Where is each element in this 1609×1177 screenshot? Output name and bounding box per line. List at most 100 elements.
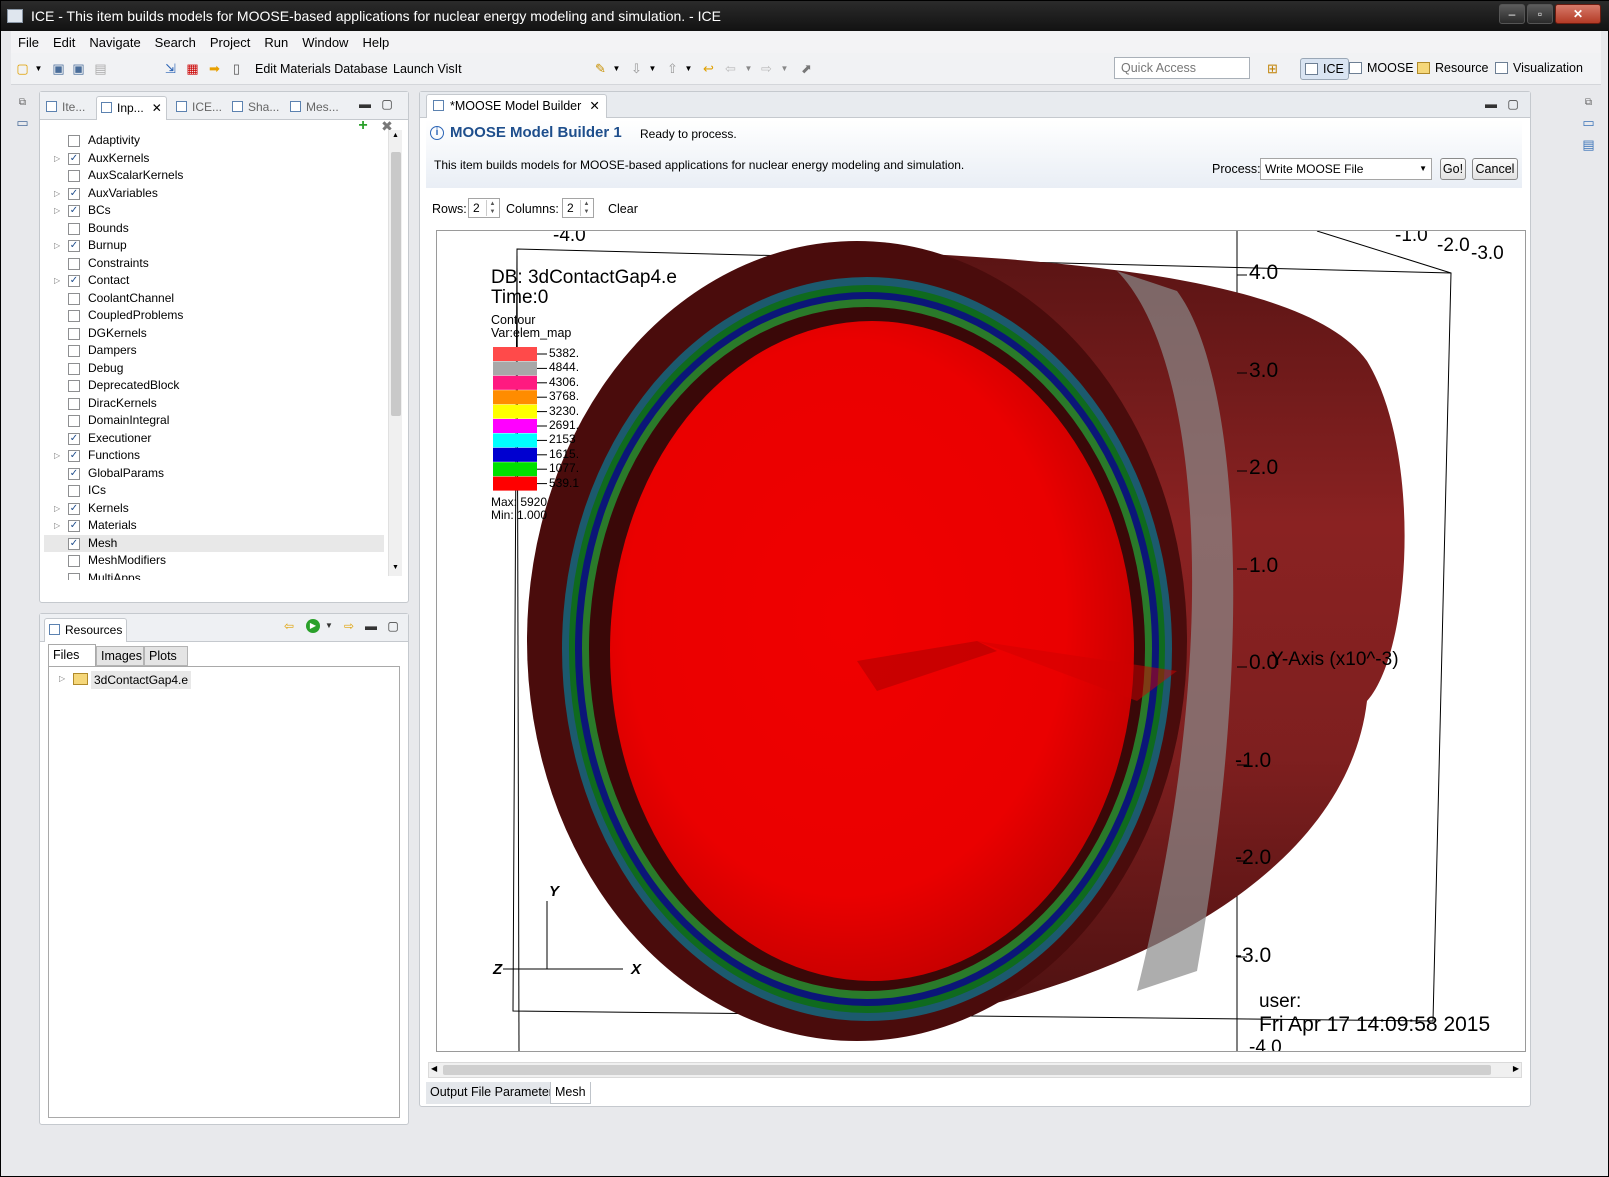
- tab-shape[interactable]: Sha...: [232, 96, 279, 120]
- go-button[interactable]: Go!: [1440, 158, 1466, 180]
- tree-item-checkbox[interactable]: ✓: [68, 275, 80, 287]
- tree-item[interactable]: CoupledProblems: [44, 307, 384, 324]
- tree-item-checkbox[interactable]: ✓: [68, 187, 80, 200]
- visit-render-canvas[interactable]: DB: 3dContactGap4.e Time:0 Contour Var:e…: [436, 230, 1526, 1052]
- edit-materials-database-button[interactable]: Edit Materials Database: [255, 62, 388, 76]
- tab-input[interactable]: Inp... ✕: [96, 96, 167, 120]
- tree-item[interactable]: Dampers: [44, 342, 384, 359]
- tab-item-list[interactable]: Ite...: [46, 96, 85, 120]
- tree-item[interactable]: ✓ Executioner: [44, 430, 384, 447]
- materials-grid-icon[interactable]: ▦: [185, 61, 200, 76]
- tree-item[interactable]: MeshModifiers: [44, 552, 384, 569]
- tree-item-checkbox[interactable]: [68, 135, 80, 147]
- new-icon[interactable]: ▢: [15, 61, 30, 76]
- minimize-button[interactable]: ‒: [1499, 4, 1525, 24]
- clear-button[interactable]: Clear: [608, 202, 638, 216]
- menu-file[interactable]: File: [11, 31, 46, 50]
- tree-item-checkbox[interactable]: ✓: [68, 467, 80, 480]
- restore-right-icon[interactable]: ⧉: [1581, 95, 1596, 110]
- menu-window[interactable]: Window: [295, 31, 355, 50]
- tree-item[interactable]: MultiApps: [44, 570, 384, 580]
- tree-item-checkbox[interactable]: [68, 415, 80, 427]
- minimize-view-icon[interactable]: ▬: [364, 619, 378, 633]
- perspective-resource[interactable]: Resource: [1413, 58, 1493, 80]
- perspective-visualization[interactable]: Visualization: [1491, 58, 1587, 80]
- play-icon[interactable]: ▶: [306, 619, 320, 633]
- tree-item[interactable]: Constraints: [44, 255, 384, 272]
- tree-item[interactable]: CoolantChannel: [44, 290, 384, 307]
- next-annotation-icon[interactable]: ⇩: [629, 61, 644, 76]
- tab-resources[interactable]: Resources: [44, 618, 128, 642]
- maximize-editor-icon[interactable]: ▢: [1506, 97, 1520, 111]
- tree-item[interactable]: DiracKernels: [44, 395, 384, 412]
- viz-horizontal-scrollbar[interactable]: ◀ ▶: [428, 1062, 1522, 1078]
- tree-item-checkbox[interactable]: [68, 362, 80, 375]
- tree-item-checkbox[interactable]: ✓: [68, 152, 80, 165]
- prev-annotation-dropdown-icon[interactable]: ▼: [681, 61, 696, 76]
- columns-spinner[interactable]: 2 ▲ ▼: [562, 198, 594, 218]
- next-icon[interactable]: ⇨: [342, 619, 356, 633]
- tree-item[interactable]: ▷ ✓ AuxKernels: [44, 150, 384, 167]
- list-item[interactable]: ▷ 3dContactGap4.e: [53, 671, 253, 689]
- expand-icon[interactable]: ▷: [54, 185, 60, 202]
- tree-item-checkbox[interactable]: ✓: [68, 537, 80, 550]
- spinner-arrows-icon[interactable]: ▲ ▼: [580, 200, 592, 216]
- tree-item[interactable]: ▷ ✓ Materials: [44, 517, 384, 534]
- add-block-icon[interactable]: +: [356, 118, 370, 134]
- tree-item-checkbox[interactable]: [68, 380, 80, 392]
- tree-item-checkbox[interactable]: [68, 555, 80, 567]
- restore-left-icon[interactable]: ⧉: [15, 95, 30, 110]
- back-icon[interactable]: ⇦: [723, 61, 738, 76]
- expand-icon[interactable]: ▷: [59, 674, 65, 683]
- menu-edit[interactable]: Edit: [46, 31, 82, 50]
- save-all-icon[interactable]: ▣: [71, 61, 86, 76]
- tree-item-checkbox[interactable]: [68, 310, 80, 322]
- forward-arrow-icon[interactable]: ➡: [207, 61, 222, 76]
- tree-item-checkbox[interactable]: [68, 327, 80, 340]
- tree-item-checkbox[interactable]: ✓: [68, 205, 80, 217]
- scroll-down-icon[interactable]: ▼: [392, 564, 399, 571]
- rows-spinner[interactable]: 2 ▲ ▼: [468, 198, 500, 218]
- menu-run[interactable]: Run: [257, 31, 295, 50]
- close-icon[interactable]: ✕: [152, 101, 162, 115]
- tree-item[interactable]: ▷ ✓ BCs: [44, 202, 384, 219]
- tree-item[interactable]: DomainIntegral: [44, 412, 384, 429]
- tree-item[interactable]: ✓ Mesh: [44, 534, 384, 552]
- tab-ice[interactable]: ICE...: [176, 96, 222, 120]
- play-dropdown-icon[interactable]: ▼: [322, 619, 336, 633]
- maximize-view-icon[interactable]: ▢: [386, 619, 400, 633]
- perspective-moose[interactable]: MOOSE: [1345, 58, 1418, 80]
- spinner-arrows-icon[interactable]: ▲ ▼: [486, 200, 498, 216]
- save-icon[interactable]: ▣: [51, 61, 66, 76]
- tree-item-checkbox[interactable]: [68, 397, 80, 410]
- tab-moose-model-builder[interactable]: *MOOSE Model Builder ✕: [426, 94, 607, 118]
- minimized-view-icon-3[interactable]: ▤: [1581, 137, 1596, 152]
- tree-item[interactable]: AuxScalarKernels: [44, 167, 384, 184]
- open-perspective-icon[interactable]: ⊞: [1265, 61, 1280, 76]
- cancel-button[interactable]: Cancel: [1472, 158, 1518, 180]
- prev-annotation-icon[interactable]: ⇧: [665, 61, 680, 76]
- minimized-view-icon-2[interactable]: ▭: [1581, 115, 1596, 130]
- tree-item-checkbox[interactable]: ✓: [68, 432, 80, 445]
- tab-mesh-page[interactable]: Mesh: [550, 1082, 591, 1104]
- expand-icon[interactable]: ▷: [54, 447, 60, 464]
- process-select[interactable]: Write MOOSE File ▼: [1260, 158, 1432, 180]
- tree-item-checkbox[interactable]: ✓: [68, 450, 80, 462]
- expand-icon[interactable]: ▷: [54, 500, 60, 517]
- tree-item[interactable]: ▷ ✓ AuxVariables: [44, 185, 384, 202]
- tree-item-checkbox[interactable]: [68, 222, 80, 235]
- expand-icon[interactable]: ▷: [54, 272, 60, 289]
- menu-navigate[interactable]: Navigate: [82, 31, 147, 50]
- tree-item-checkbox[interactable]: ✓: [68, 502, 80, 515]
- tree-item[interactable]: ▷ ✓ Burnup: [44, 237, 384, 254]
- minimize-view-icon[interactable]: ▬: [358, 97, 372, 111]
- perspective-ice[interactable]: ICE: [1300, 58, 1349, 80]
- forward-icon[interactable]: ⇨: [759, 61, 774, 76]
- launch-visit-button[interactable]: Launch VisIt: [393, 62, 462, 76]
- tree-item[interactable]: DGKernels: [44, 325, 384, 342]
- import-icon[interactable]: ⇲: [163, 61, 178, 76]
- tree-item-checkbox[interactable]: ✓: [68, 240, 80, 252]
- back-dropdown-icon[interactable]: ▼: [741, 61, 756, 76]
- pin-editor-icon[interactable]: ⬈: [799, 61, 814, 76]
- tree-item-checkbox[interactable]: ✓: [68, 520, 80, 532]
